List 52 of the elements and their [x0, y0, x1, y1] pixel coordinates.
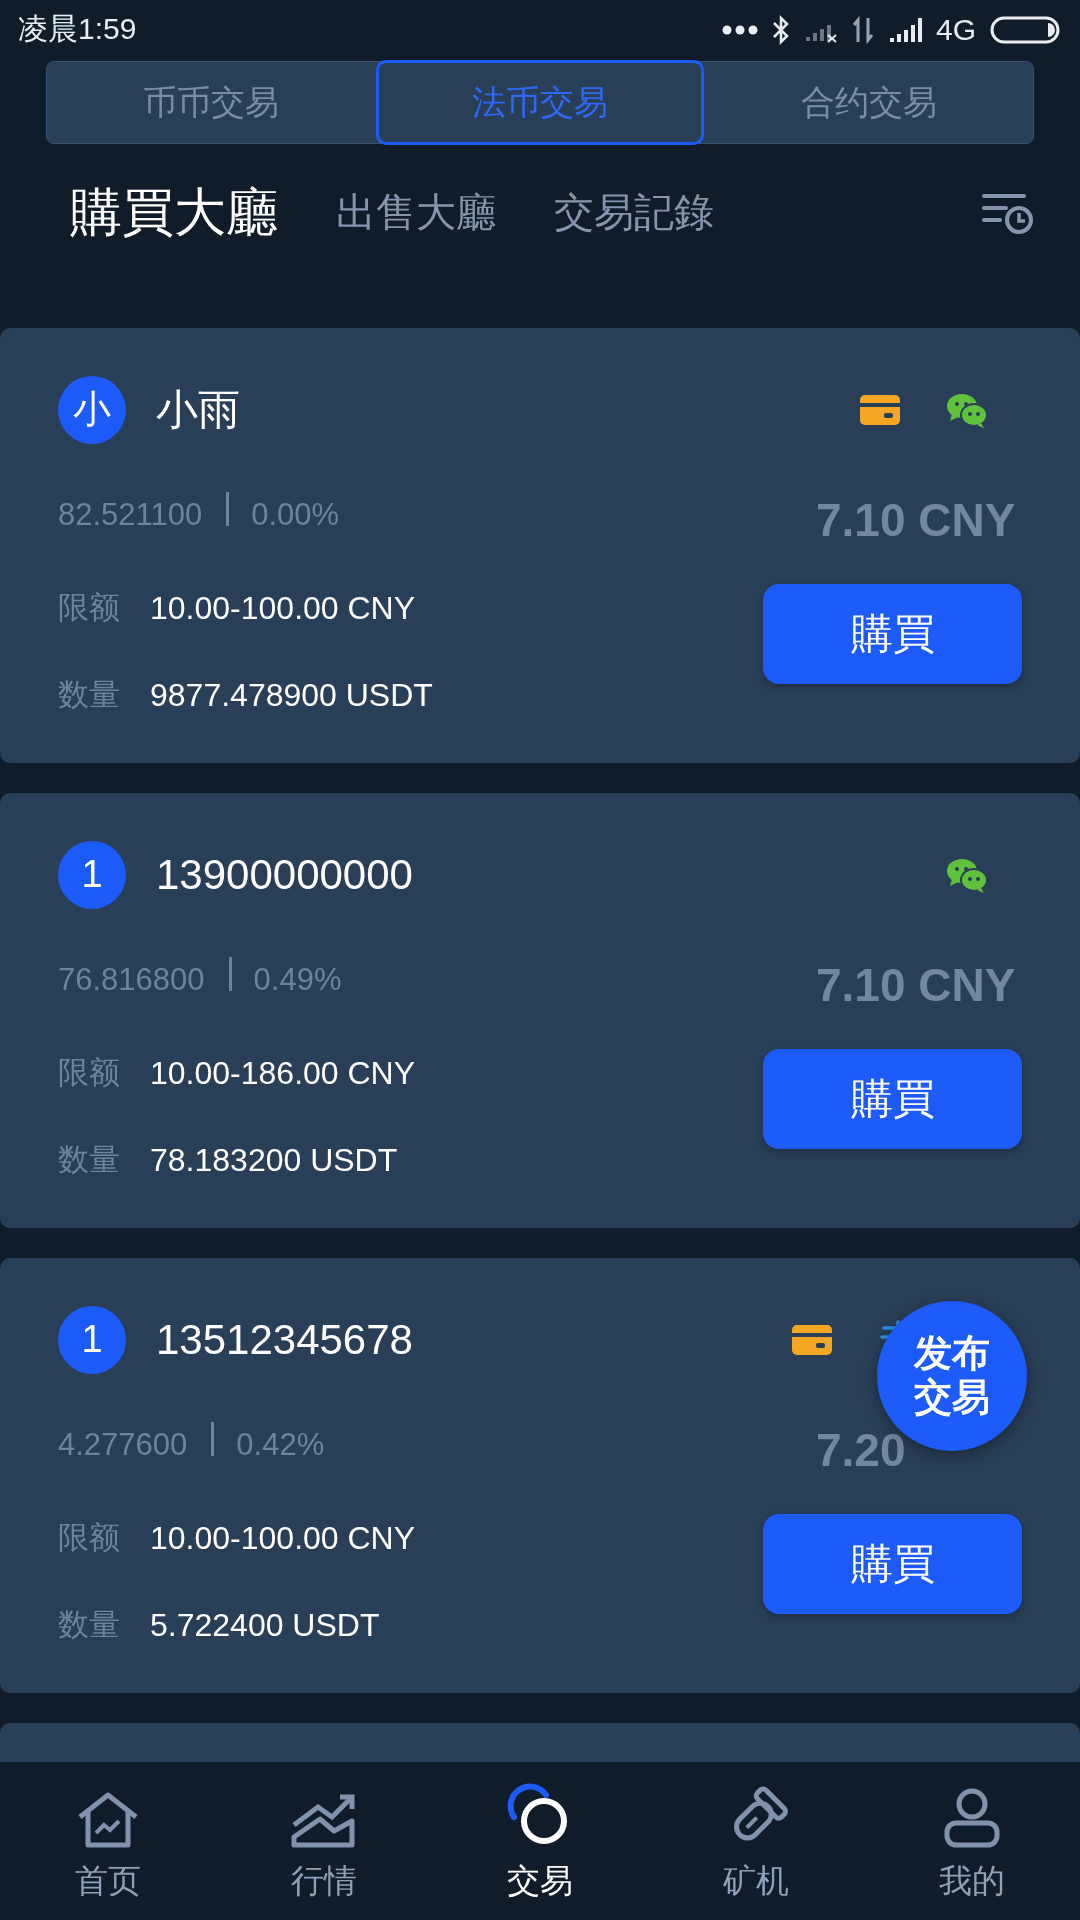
- amount-label: 数量: [58, 1606, 120, 1645]
- buy-button[interactable]: 購買: [763, 1048, 1022, 1149]
- network-label: 4G: [935, 12, 976, 47]
- limit-value: 10.00-186.00 CNY: [150, 1054, 416, 1092]
- data-arrows-icon: [851, 15, 874, 44]
- unit-price: 7.10 CNY: [816, 492, 1017, 547]
- unit-price: 7.10 CNY: [816, 957, 1017, 1012]
- limit-label: 限额: [58, 1519, 120, 1558]
- user-icon[interactable]: [942, 1786, 1002, 1849]
- avatar: 1: [58, 840, 126, 909]
- limit-value: 10.00-100.00 CNY: [150, 589, 416, 627]
- trade-volume: 82.521100: [58, 496, 203, 533]
- battery-icon: [990, 14, 1062, 45]
- avatar: 小: [58, 375, 126, 444]
- bank-card-icon: [792, 1324, 832, 1355]
- history-filter-icon[interactable]: [982, 191, 1034, 234]
- amount-value: 5.722400 USDT: [150, 1606, 380, 1644]
- nav-tab[interactable]: 行情: [291, 1858, 357, 1904]
- buy-button[interactable]: 購買: [763, 583, 1022, 684]
- amount-value: 78.183200 USDT: [150, 1141, 398, 1179]
- nav-tab[interactable]: 首页: [75, 1858, 141, 1904]
- chat-bubbles-icon: [946, 391, 988, 428]
- limit-value: 10.00-100.00 CNY: [150, 1519, 416, 1557]
- sub-tab[interactable]: 交易記錄: [554, 185, 714, 241]
- market-tab[interactable]: 币币交易: [47, 60, 376, 145]
- completion-rate: 0.42%: [236, 1426, 325, 1463]
- sub-tab[interactable]: 購買大廳: [70, 177, 278, 248]
- avatar: 1: [58, 1305, 126, 1374]
- limit-label: 限额: [58, 1054, 120, 1093]
- more-icon: [721, 24, 758, 35]
- amount-label: 数量: [58, 1141, 120, 1180]
- nav-tab[interactable]: 交易: [507, 1858, 573, 1904]
- nav-tab[interactable]: 我的: [939, 1858, 1005, 1904]
- nav-tab[interactable]: 矿机: [723, 1858, 789, 1904]
- bank-card-icon: [860, 394, 900, 425]
- buy-button[interactable]: 購買: [763, 1513, 1022, 1614]
- amount-value: 9877.478900 USDT: [150, 676, 433, 714]
- limit-label: 限额: [58, 589, 120, 628]
- market-tab[interactable]: 合约交易: [704, 60, 1033, 145]
- merchant-name: 小雨: [156, 384, 240, 435]
- chat-bubbles-icon: [946, 856, 988, 893]
- signal-icon: [887, 15, 922, 44]
- completion-rate: 0.49%: [253, 961, 342, 998]
- merchant-name: 13512345678: [156, 1315, 413, 1364]
- trade-volume: 4.277600: [58, 1426, 188, 1463]
- trade-volume: 76.816800: [58, 961, 205, 998]
- merchant-name: 13900000000: [156, 850, 413, 899]
- completion-rate: 0.00%: [251, 496, 340, 533]
- amount-label: 数量: [58, 676, 120, 715]
- bluetooth-icon: [771, 14, 790, 45]
- status-time: 凌晨1:59: [18, 11, 137, 48]
- sub-tab[interactable]: 出售大廳: [336, 185, 496, 241]
